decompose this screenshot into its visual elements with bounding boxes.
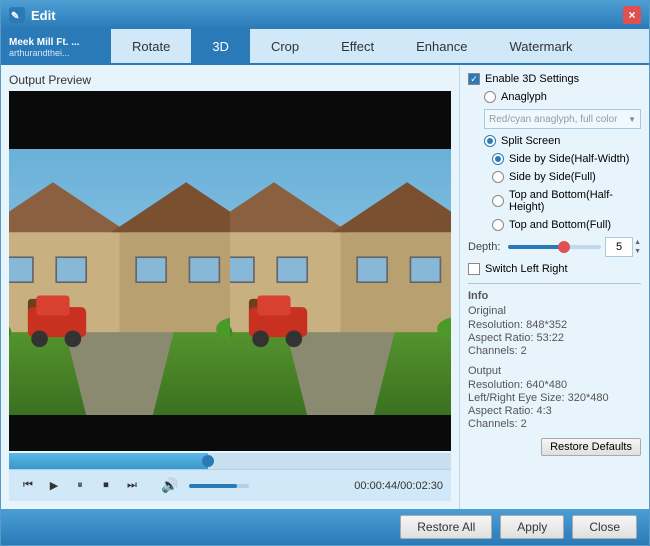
enable-3d-row: Enable 3D Settings — [468, 73, 641, 85]
option-side-half-radio[interactable] — [492, 153, 504, 165]
anaglyph-label: Anaglyph — [501, 91, 547, 103]
timeline-progress — [9, 453, 208, 469]
anaglyph-dropdown[interactable]: Red/cyan anaglyph, full color ▼ — [484, 109, 641, 129]
switch-lr-row: Switch Left Right — [468, 263, 641, 275]
depth-slider[interactable] — [508, 239, 601, 255]
svg-text:✎: ✎ — [11, 11, 19, 22]
left-panel: Output Preview — [1, 65, 459, 509]
skip-fwd-button[interactable]: ⏭ — [121, 475, 143, 497]
track-info: Meek Mill Ft. ... arthurandthei... — [1, 29, 111, 65]
output-eye-size: Left/Right Eye Size: 320*480 — [468, 392, 641, 404]
option-side-half-row: Side by Side(Half-Width) — [492, 153, 641, 165]
depth-arrows[interactable]: ▲ ▼ — [634, 238, 641, 256]
stop-button[interactable]: ⏹ — [95, 475, 117, 497]
close-button[interactable]: × — [623, 6, 641, 24]
depth-up-arrow[interactable]: ▲ — [634, 238, 641, 247]
restore-defaults-row: Restore Defaults — [468, 438, 641, 456]
track-artist: arthurandthei... — [9, 48, 103, 58]
timeline-thumb[interactable] — [202, 455, 214, 467]
output-preview-label: Output Preview — [9, 73, 451, 87]
option-top-full-row: Top and Bottom(Full) — [492, 219, 641, 231]
app-icon: ✎ — [9, 7, 25, 23]
bottom-bar: Restore All Apply Close — [1, 509, 649, 545]
output-label: Output — [468, 365, 641, 377]
depth-label: Depth: — [468, 241, 500, 253]
depth-value: 5 — [605, 237, 633, 257]
video-container — [9, 91, 451, 451]
split-screen-label: Split Screen — [501, 135, 560, 147]
depth-row: Depth: 5 ▲ ▼ — [468, 237, 641, 257]
playback-controls: ⏮ ▶ ⏸ ⏹ ⏭ 🔊 00:00:44/00:02:30 — [9, 469, 451, 501]
title-text: Edit — [31, 8, 623, 23]
enable-3d-checkbox[interactable] — [468, 73, 480, 85]
option-side-full-radio[interactable] — [492, 171, 504, 183]
option-top-half-label: Top and Bottom(Half-Height) — [509, 189, 641, 213]
output-resolution: Resolution: 640*480 — [468, 379, 641, 391]
original-label: Original — [468, 305, 641, 317]
volume-fill — [189, 484, 237, 488]
option-side-full-row: Side by Side(Full) — [492, 171, 641, 183]
restore-defaults-button[interactable]: Restore Defaults — [541, 438, 641, 456]
edit-window: ✎ Edit × Meek Mill Ft. ... arthurandthei… — [0, 0, 650, 546]
timeline-bar[interactable] — [9, 453, 451, 469]
option-side-half-label: Side by Side(Half-Width) — [509, 153, 629, 165]
switch-lr-checkbox[interactable] — [468, 263, 480, 275]
video-right-half — [230, 149, 451, 415]
time-display: 00:00:44/00:02:30 — [354, 480, 443, 492]
volume-button[interactable]: 🔊 — [159, 475, 181, 497]
right-panel: Enable 3D Settings Anaglyph Red/cyan ana… — [459, 65, 649, 509]
original-aspect: Aspect Ratio: 53:22 — [468, 332, 641, 344]
main-content: Output Preview — [1, 65, 649, 509]
tab-rotate[interactable]: Rotate — [111, 29, 191, 63]
title-bar: ✎ Edit × — [1, 1, 649, 29]
depth-down-arrow[interactable]: ▼ — [634, 247, 641, 256]
restore-all-button[interactable]: Restore All — [400, 515, 492, 539]
tab-watermark[interactable]: Watermark — [488, 29, 593, 63]
split-screen-row: Split Screen — [468, 135, 641, 147]
original-channels: Channels: 2 — [468, 345, 641, 357]
apply-button[interactable]: Apply — [500, 515, 564, 539]
tab-effect[interactable]: Effect — [320, 29, 395, 63]
anaglyph-row: Anaglyph — [468, 91, 641, 103]
track-name: Meek Mill Ft. ... — [9, 37, 103, 48]
info-section: Info Original Resolution: 848*352 Aspect… — [468, 290, 641, 357]
output-section: Output Resolution: 640*480 Left/Right Ey… — [468, 365, 641, 430]
output-aspect: Aspect Ratio: 4:3 — [468, 405, 641, 417]
split-screen-radio[interactable] — [484, 135, 496, 147]
dropdown-arrow-icon: ▼ — [628, 115, 636, 124]
switch-lr-label: Switch Left Right — [485, 263, 568, 275]
option-side-full-label: Side by Side(Full) — [509, 171, 596, 183]
anaglyph-radio[interactable] — [484, 91, 496, 103]
tab-crop[interactable]: Crop — [250, 29, 320, 63]
video-left-half — [9, 149, 230, 415]
option-top-full-label: Top and Bottom(Full) — [509, 219, 611, 231]
separator — [468, 283, 641, 284]
volume-slider[interactable] — [189, 484, 249, 488]
close-bottom-button[interactable]: Close — [572, 515, 637, 539]
tab-enhance[interactable]: Enhance — [395, 29, 488, 63]
option-top-half-radio[interactable] — [492, 195, 504, 207]
option-top-full-radio[interactable] — [492, 219, 504, 231]
anaglyph-dropdown-value: Red/cyan anaglyph, full color — [489, 114, 617, 125]
option-top-half-row: Top and Bottom(Half-Height) — [492, 189, 641, 213]
skip-back-button[interactable]: ⏮ — [17, 475, 39, 497]
play-button[interactable]: ▶ — [43, 475, 65, 497]
output-channels: Channels: 2 — [468, 418, 641, 430]
tab-3d[interactable]: 3D — [191, 29, 250, 63]
original-resolution: Resolution: 848*352 — [468, 319, 641, 331]
enable-3d-label: Enable 3D Settings — [485, 73, 579, 85]
info-title: Info — [468, 290, 641, 302]
pause-button[interactable]: ⏸ — [69, 475, 91, 497]
